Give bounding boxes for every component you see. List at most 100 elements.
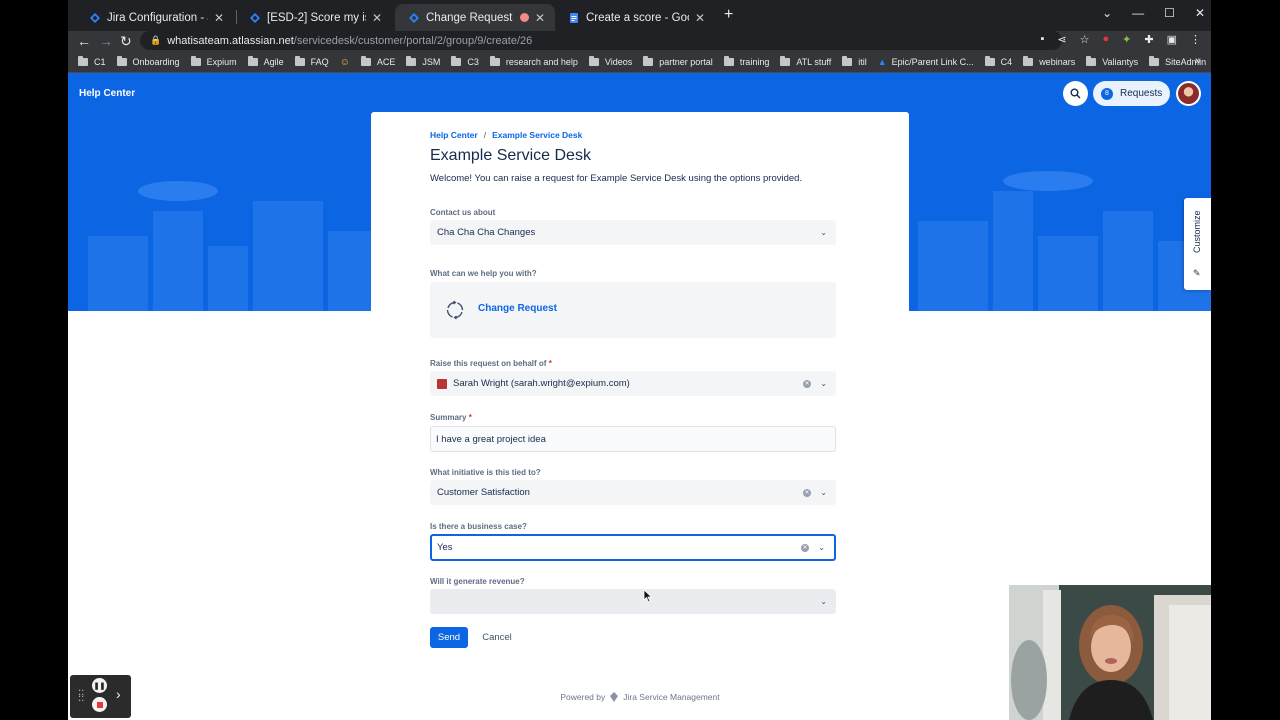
bookmark-emoji[interactable]: ☺	[340, 57, 350, 68]
revenue-select[interactable]: ⌄	[430, 589, 836, 614]
requests-button[interactable]: 8 Requests	[1093, 81, 1170, 106]
folder-icon	[1149, 56, 1160, 66]
bookmark-videos[interactable]: Videos	[588, 56, 632, 67]
request-type-tile[interactable]: Change Request	[430, 282, 836, 338]
extension-red-icon[interactable]: ●	[1103, 33, 1110, 46]
tab-score-my-issues[interactable]: [ESD-2] Score my issues - Jira ✕	[236, 4, 392, 31]
drag-handle-icon[interactable]: ⁚⁚ ⁚⁚	[78, 690, 84, 704]
business-case-select[interactable]: Yes ✕ ⌄	[430, 534, 836, 561]
summary-input[interactable]: I have a great project idea	[430, 426, 836, 452]
contact-select[interactable]: Cha Cha Cha Changes ⌄	[430, 220, 836, 245]
bookmark-partner-portal[interactable]: partner portal	[643, 56, 713, 67]
customize-button[interactable]: Customize ✎	[1184, 198, 1211, 290]
help-center-link[interactable]: Help Center	[79, 88, 135, 99]
google-docs-icon	[570, 12, 578, 23]
folder-icon	[360, 56, 371, 66]
expand-arrow-icon[interactable]: ›	[116, 686, 121, 702]
kebab-menu-icon[interactable]: ⋮	[1190, 33, 1201, 46]
address-bar[interactable]: 🔒 whatisateam.atlassian.net/servicedesk/…	[140, 31, 1062, 50]
new-tab-icon[interactable]: +	[724, 6, 733, 24]
clear-icon[interactable]: ✕	[803, 379, 811, 388]
cancel-button[interactable]: Cancel	[475, 627, 519, 648]
tab-title: Jira Configuration - Jira	[107, 11, 208, 24]
bookmark-onboarding[interactable]: Onboarding	[116, 56, 180, 67]
bookmark-expium[interactable]: Expium	[190, 56, 237, 67]
pause-icon[interactable]: ❚❚	[92, 678, 107, 693]
close-icon[interactable]: ✕	[533, 11, 547, 25]
business-case-value: Yes	[437, 542, 453, 553]
share-icon[interactable]: ⋖	[1057, 33, 1066, 46]
contact-label: Contact us about	[430, 208, 496, 217]
bookmark-c4[interactable]: C4	[984, 56, 1012, 67]
bookmark-jsm[interactable]: JSM	[406, 56, 440, 67]
send-button[interactable]: Send	[430, 627, 468, 648]
initiative-select[interactable]: Customer Satisfaction ✕ ⌄	[430, 480, 836, 505]
camera-icon[interactable]: ▪	[1041, 33, 1045, 46]
mouse-cursor-icon	[643, 589, 653, 603]
avatar-image	[1178, 83, 1199, 104]
clear-icon[interactable]: ✕	[801, 543, 809, 552]
recording-indicator-icon	[520, 13, 529, 22]
webcam-overlay	[1009, 585, 1211, 720]
bookmark-research-and-help[interactable]: research and help	[489, 56, 578, 67]
bookmark-ace[interactable]: ACE	[360, 56, 395, 67]
bookmark-faq[interactable]: FAQ	[294, 56, 329, 67]
folder-icon	[78, 56, 88, 66]
close-icon[interactable]: ✕	[693, 11, 707, 25]
bookmark-atl-stuff[interactable]: ATL stuff	[780, 56, 831, 67]
page-title: Example Service Desk	[430, 147, 591, 164]
folder-icon	[780, 56, 791, 66]
folder-icon	[984, 56, 995, 66]
tab-jira-configuration[interactable]: Jira Configuration - Jira ✕	[76, 4, 234, 31]
back-icon[interactable]: ←	[77, 32, 91, 50]
tab-change-request[interactable]: Change Request - Example S ✕	[395, 4, 555, 31]
folder-icon	[643, 56, 654, 66]
minimize-icon[interactable]: —	[1132, 6, 1144, 20]
folder-icon	[723, 56, 734, 66]
search-icon	[1070, 88, 1081, 99]
behalf-label: Raise this request on behalf of *	[430, 359, 552, 368]
jira-icon	[90, 12, 100, 23]
forward-icon[interactable]: →	[99, 32, 113, 50]
bookmark-itil[interactable]: itil	[842, 56, 867, 67]
search-button[interactable]	[1063, 81, 1088, 106]
close-icon[interactable]: ✕	[212, 11, 226, 25]
behalf-select[interactable]: Sarah Wright (sarah.wright@expium.com) ✕…	[430, 371, 836, 396]
folder-icon	[1023, 56, 1034, 66]
bookmark-webinars[interactable]: webinars	[1023, 56, 1075, 67]
breadcrumb-help-center[interactable]: Help Center	[430, 130, 478, 140]
tab-google-docs[interactable]: Create a score - Google Docs ✕	[555, 4, 715, 31]
bookmark-agile[interactable]: Agile	[247, 56, 284, 67]
extension-icons: ▪ ⋖ ☆ ● ✦ ✚ ▣ ⋮	[1041, 33, 1202, 46]
product-name[interactable]: Jira Service Management	[623, 692, 719, 702]
clear-icon[interactable]: ✕	[803, 488, 811, 497]
profile-avatar[interactable]	[1176, 81, 1201, 106]
requests-count-badge: 8	[1101, 87, 1113, 100]
sidebar-icon[interactable]: ▣	[1167, 33, 1177, 46]
bookmark-valiantys[interactable]: Valiantys	[1086, 56, 1138, 67]
tab-search-icon[interactable]: ⌄	[1102, 6, 1112, 20]
breadcrumb-service-desk[interactable]: Example Service Desk	[492, 130, 582, 140]
reload-icon[interactable]: ↻	[120, 32, 132, 50]
close-icon[interactable]: ✕	[370, 11, 384, 25]
extension-green-icon[interactable]: ✦	[1122, 33, 1131, 46]
summary-value: I have a great project idea	[436, 433, 546, 445]
puzzle-icon[interactable]: ✚	[1144, 33, 1153, 46]
bookmark-c3[interactable]: C3	[451, 56, 479, 67]
browser-toolbar: ← → ↻ 🔒 whatisateam.atlassian.net/servic…	[68, 31, 1211, 52]
bookmark-training[interactable]: training	[723, 56, 769, 67]
stop-recording-icon[interactable]	[92, 697, 107, 712]
bookmark-c1[interactable]: C1	[78, 56, 106, 67]
chevron-down-icon: ⌄	[820, 596, 827, 606]
star-icon[interactable]: ☆	[1080, 33, 1090, 46]
folder-icon	[842, 56, 853, 66]
change-request-icon	[446, 300, 464, 320]
close-window-icon[interactable]: ✕	[1195, 6, 1205, 20]
url-path: /servicedesk/customer/portal/2/group/9/c…	[293, 34, 533, 47]
contact-value: Cha Cha Cha Changes	[437, 227, 536, 238]
maximize-icon[interactable]: ☐	[1164, 6, 1175, 20]
more-bookmarks-icon[interactable]: »	[1195, 55, 1201, 67]
chevron-down-icon: ⌄	[820, 227, 827, 237]
bookmarks-bar: C1 Onboarding Expium Agile FAQ ☺ ACE JSM…	[68, 52, 1211, 73]
bookmark-epic-parent-link[interactable]: ▲ Epic/Parent Link C...	[878, 57, 974, 67]
